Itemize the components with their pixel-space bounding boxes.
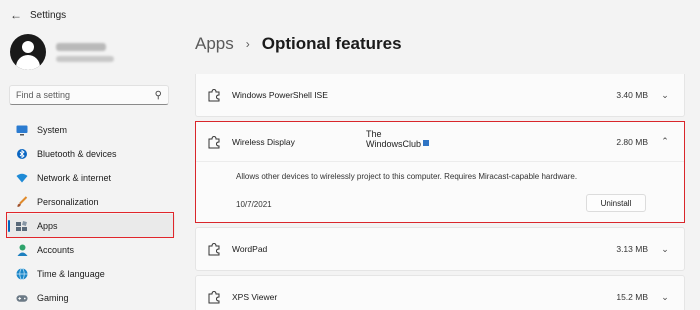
sidebar-item-label: Accounts	[37, 245, 75, 255]
chevron-down-icon[interactable]: ⌄	[660, 90, 670, 101]
search-box[interactable]: ⚲	[9, 85, 169, 105]
brush-icon	[16, 196, 28, 208]
puzzle-icon	[206, 134, 222, 150]
feature-size: 15.2 MB	[616, 292, 648, 302]
uninstall-button[interactable]: Uninstall	[586, 194, 646, 212]
title-bar: ← Settings	[0, 0, 700, 30]
puzzle-icon	[206, 241, 222, 257]
sidebar-item-personalization[interactable]: Personalization	[7, 190, 175, 214]
globe-icon	[16, 268, 28, 280]
feature-row-wordpad[interactable]: WordPad 3.13 MB ⌄	[195, 227, 685, 271]
profile-name-redacted	[56, 42, 114, 62]
chevron-down-icon[interactable]: ⌄	[660, 244, 670, 255]
sidebar-item-accounts[interactable]: Accounts	[7, 238, 175, 262]
feature-row-wireless-display: Wireless Display 2.80 MB ⌃ The WindowsCl…	[195, 121, 685, 223]
feature-name: Windows PowerShell ISE	[232, 90, 328, 100]
monitor-icon	[16, 124, 28, 136]
search-icon[interactable]: ⚲	[155, 90, 162, 101]
gamepad-icon	[16, 292, 28, 304]
wifi-icon	[16, 172, 28, 184]
breadcrumb-parent[interactable]: Apps	[195, 34, 234, 54]
feature-row-xps-viewer[interactable]: XPS Viewer 15.2 MB ⌄	[195, 275, 685, 310]
feature-name: WordPad	[232, 244, 268, 254]
feature-row-powershell[interactable]: Windows PowerShell ISE 3.40 MB ⌄	[195, 74, 685, 117]
feature-details: Allows other devices to wirelessly proje…	[196, 162, 684, 222]
user-profile[interactable]	[10, 34, 114, 70]
bluetooth-icon	[16, 148, 28, 160]
sidebar-item-label: Bluetooth & devices	[37, 149, 117, 159]
feature-size: 3.40 MB	[616, 90, 648, 100]
window-title: Settings	[30, 9, 67, 21]
puzzle-icon	[206, 87, 222, 103]
watermark-logo: The WindowsClub	[366, 129, 430, 149]
avatar	[10, 34, 46, 70]
page-title: Optional features	[261, 34, 402, 53]
chevron-down-icon[interactable]: ⌄	[660, 292, 670, 303]
feature-description: Allows other devices to wirelessly proje…	[236, 172, 578, 181]
sidebar-item-network[interactable]: Network & internet	[7, 166, 175, 190]
sidebar-item-label: Gaming	[37, 293, 69, 303]
person-icon	[16, 244, 28, 256]
sidebar-item-gaming[interactable]: Gaming	[7, 286, 175, 310]
puzzle-icon	[206, 289, 222, 305]
sidebar-item-system[interactable]: System	[7, 118, 175, 142]
arrow-left-icon: ←	[10, 8, 22, 22]
feature-size: 3.13 MB	[616, 244, 648, 254]
sidebar-item-label: Time & language	[37, 269, 105, 279]
search-input[interactable]	[16, 90, 146, 100]
chevron-right-icon: ›	[245, 37, 250, 51]
sidebar-item-bluetooth[interactable]: Bluetooth & devices	[7, 142, 175, 166]
sidebar-item-label: Network & internet	[37, 173, 112, 183]
sidebar-item-label: System	[37, 125, 68, 135]
sidebar-item-label: Personalization	[37, 197, 99, 207]
back-button[interactable]: ←	[6, 5, 26, 25]
feature-install-date: 10/7/2021	[236, 200, 272, 209]
feature-header[interactable]: Wireless Display 2.80 MB ⌃ The WindowsCl…	[196, 122, 684, 162]
sidebar-item-time-language[interactable]: Time & language	[7, 262, 175, 286]
feature-name: XPS Viewer	[232, 292, 278, 302]
feature-size: 2.80 MB	[616, 136, 648, 147]
chevron-up-icon[interactable]: ⌃	[660, 136, 670, 147]
breadcrumb: Apps › Optional features	[195, 34, 402, 54]
features-list: Windows PowerShell ISE 3.40 MB ⌄ Wireles…	[195, 74, 685, 310]
apps-highlight-box	[6, 212, 174, 238]
